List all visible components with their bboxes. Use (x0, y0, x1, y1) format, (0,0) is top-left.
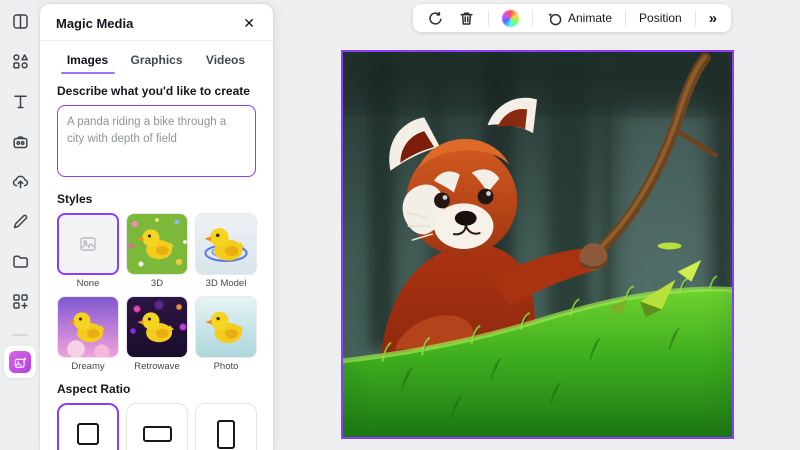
aspect-portrait-button[interactable] (195, 403, 257, 450)
aspect-ratio-label: Aspect Ratio (57, 382, 256, 396)
aspect-ratio-options (57, 403, 256, 450)
color-wheel-icon (502, 10, 519, 27)
generated-red-panda-image (343, 52, 732, 437)
regenerate-icon (427, 10, 444, 27)
position-label: Position (639, 11, 682, 25)
position-button[interactable]: Position (633, 8, 688, 28)
panel-tabs: Images Graphics Videos (53, 45, 260, 74)
sidebar-divider (12, 334, 28, 336)
aspect-square-button[interactable] (57, 403, 119, 450)
toolbar-divider (532, 10, 533, 26)
tab-images[interactable]: Images (53, 45, 122, 74)
close-icon[interactable]: ✕ (241, 14, 257, 32)
animate-label: Animate (568, 11, 612, 25)
sidebar-item-draw[interactable] (4, 208, 36, 240)
prompt-label: Describe what you'd like to create (57, 84, 256, 98)
toolbar-divider (625, 10, 626, 26)
sidebar-item-elements[interactable] (4, 48, 36, 80)
tab-videos[interactable]: Videos (191, 45, 260, 74)
sidebar-item-apps[interactable] (4, 288, 36, 320)
style-label: Retrowave (126, 361, 188, 372)
app-window: Magic Media ✕ Images Graphics Videos Des… (0, 0, 800, 450)
style-option-photo[interactable]: Photo (195, 296, 257, 372)
delete-button[interactable] (452, 7, 481, 30)
styles-grid: None 3D 3D Model Dreamy Retrowave (57, 213, 256, 372)
landscape-ratio-icon (143, 426, 172, 442)
projects-icon (11, 252, 30, 276)
magic-media-icon (9, 351, 31, 373)
style-label: Dreamy (57, 361, 119, 372)
style-option-3d[interactable]: 3D (126, 213, 188, 289)
sidebar-item-uploads[interactable] (4, 168, 36, 200)
sidebar-item-brand[interactable] (4, 128, 36, 160)
prompt-input[interactable] (57, 105, 256, 177)
square-ratio-icon (77, 423, 99, 445)
sidebar-item-text[interactable] (4, 88, 36, 120)
style-option-none[interactable]: None (57, 213, 119, 289)
apps-icon (11, 292, 30, 316)
elements-icon (11, 52, 30, 76)
sidebar-item-magic-media[interactable] (4, 346, 36, 378)
double-chevron-icon: » (709, 11, 717, 26)
portrait-ratio-icon (217, 420, 235, 449)
regenerate-button[interactable] (421, 7, 450, 30)
image-placeholder-icon (78, 234, 98, 254)
style-label: 3D (126, 278, 188, 289)
animate-button[interactable]: Animate (540, 7, 618, 30)
trash-icon (458, 10, 475, 27)
more-options-button[interactable]: » (703, 8, 723, 29)
brand-icon (11, 132, 30, 156)
styles-label: Styles (57, 192, 256, 206)
magic-media-panel: Magic Media ✕ Images Graphics Videos Des… (40, 4, 273, 450)
sidebar-item-projects[interactable] (4, 248, 36, 280)
style-label: Photo (195, 361, 257, 372)
color-button[interactable] (496, 7, 525, 30)
panel-title: Magic Media (56, 16, 133, 31)
style-label: 3D Model (195, 278, 257, 289)
style-option-dreamy[interactable]: Dreamy (57, 296, 119, 372)
panel-header: Magic Media ✕ (40, 4, 273, 41)
toolbar-divider (488, 10, 489, 26)
design-icon (11, 12, 30, 36)
text-icon (11, 92, 30, 116)
draw-icon (11, 212, 30, 236)
sidebar-item-design[interactable] (4, 8, 36, 40)
style-label: None (57, 278, 119, 289)
uploads-icon (11, 172, 30, 196)
animate-icon (546, 10, 563, 27)
canvas-selected-image[interactable] (341, 50, 734, 439)
context-toolbar: Animate Position » (413, 4, 731, 32)
sidebar (0, 0, 40, 450)
tab-graphics[interactable]: Graphics (122, 45, 191, 74)
style-option-3d-model[interactable]: 3D Model (195, 213, 257, 289)
toolbar-divider (695, 10, 696, 26)
style-option-retrowave[interactable]: Retrowave (126, 296, 188, 372)
aspect-landscape-button[interactable] (126, 403, 188, 450)
